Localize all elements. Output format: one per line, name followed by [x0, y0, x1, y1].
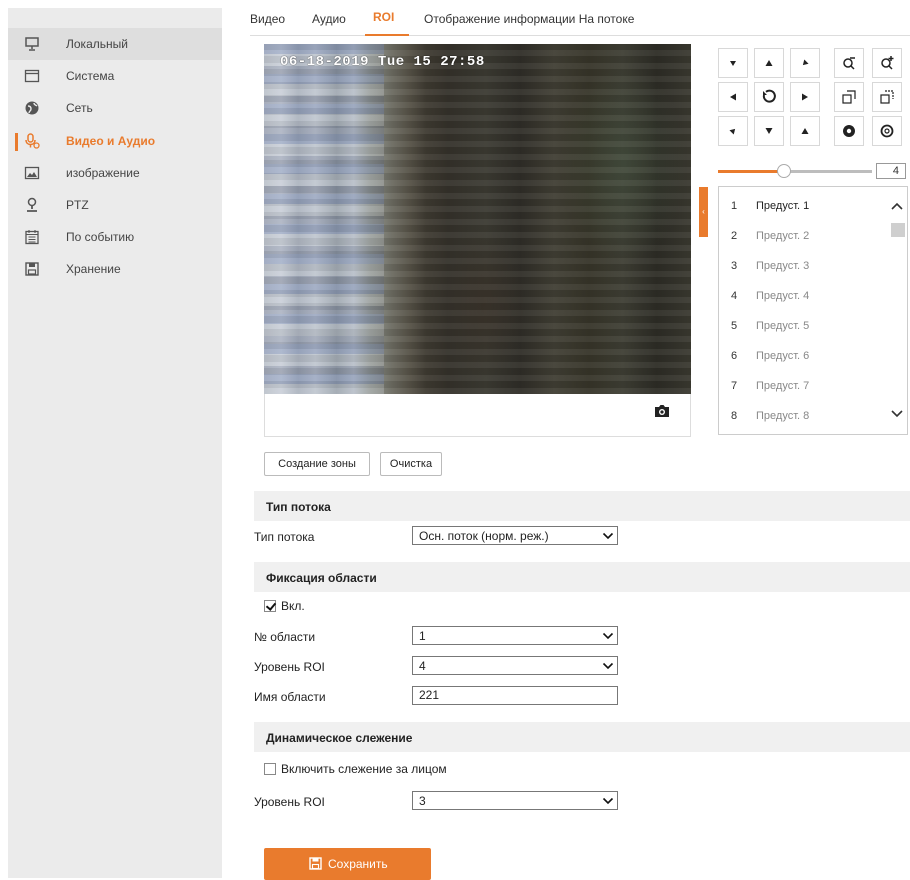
roi-level-select[interactable]: 4 [412, 656, 618, 675]
chevron-down-icon [602, 660, 614, 672]
preset-item[interactable]: 8 Предуст. 8 [719, 401, 891, 431]
tab-audio[interactable]: Аудио [312, 12, 346, 26]
storage-disk-icon [24, 261, 40, 277]
preset-item[interactable]: 7 Предуст. 7 [719, 371, 891, 401]
sidebar-item-label: Локальный [66, 37, 128, 51]
pan-down-left-button[interactable] [718, 116, 748, 146]
system-window-icon [24, 68, 40, 84]
dynamic-roi-level-select[interactable]: 3 [412, 791, 618, 810]
preset-item[interactable]: 2 Предуст. 2 [719, 221, 891, 251]
sidebar-item-event[interactable]: По событию [8, 221, 222, 253]
panel-collapse-handle[interactable]: ‹ [699, 187, 708, 237]
zoom-out-button[interactable] [834, 48, 864, 78]
roi-level-label: Уровень ROI [254, 660, 325, 674]
sidebar: Локальный Система Сеть Видео и Аудио изо… [8, 8, 222, 878]
sidebar-item-label: Видео и Аудио [66, 134, 156, 148]
monitor-icon [24, 36, 40, 52]
sidebar-item-ptz[interactable]: PTZ [8, 189, 222, 221]
pan-up-right-button[interactable] [790, 48, 820, 78]
face-tracking-checkbox[interactable] [264, 763, 276, 775]
preset-scrollbar-thumb[interactable] [891, 223, 905, 237]
tab-video[interactable]: Видео [250, 12, 285, 26]
region-name-label: Имя области [254, 690, 326, 704]
event-calendar-icon [24, 229, 40, 245]
sidebar-item-local[interactable]: Локальный [8, 28, 222, 60]
stream-type-label: Тип потока [254, 530, 315, 544]
sidebar-item-image[interactable]: изображение [8, 157, 222, 189]
network-globe-icon [24, 100, 40, 116]
camera-icon[interactable] [654, 404, 670, 418]
sidebar-item-label: Система [66, 69, 115, 83]
sidebar-item-network[interactable]: Сеть [8, 92, 222, 124]
enable-fixed-region-checkbox[interactable] [264, 600, 276, 612]
focus-far-button[interactable] [872, 82, 902, 112]
sidebar-item-label: изображение [66, 166, 140, 180]
save-disk-icon [309, 857, 322, 870]
ptz-speed-slider-handle[interactable] [777, 164, 792, 178]
chevron-down-icon [602, 795, 614, 807]
save-button[interactable]: Сохранить [264, 848, 431, 880]
tab-roi[interactable]: ROI [373, 10, 394, 24]
dynamic-roi-level-label: Уровень ROI [254, 795, 325, 809]
pan-down-button[interactable] [754, 116, 784, 146]
sidebar-item-label: Сеть [66, 101, 93, 115]
sidebar-item-label: По событию [66, 230, 135, 244]
face-tracking-label: Включить слежение за лицом [281, 762, 447, 776]
sidebar-item-label: Хранение [66, 262, 121, 276]
region-no-label: № области [254, 630, 316, 644]
chevron-down-icon [602, 630, 614, 642]
chevron-down-icon [602, 530, 614, 542]
preset-item[interactable]: 3 Предуст. 3 [719, 251, 891, 281]
sidebar-item-video-audio[interactable]: Видео и Аудио [8, 125, 222, 157]
focus-near-button[interactable] [834, 82, 864, 112]
preset-item[interactable]: 1 Предуст. 1 [719, 191, 891, 221]
tab-osd-on-stream[interactable]: Отображение информации На потоке [424, 12, 634, 26]
auto-rotate-button[interactable] [754, 82, 784, 112]
sidebar-item-system[interactable]: Система [8, 60, 222, 92]
ptz-camera-icon [24, 197, 40, 213]
pan-right-button[interactable] [790, 82, 820, 112]
iris-close-button[interactable] [834, 116, 864, 146]
pan-left-button[interactable] [718, 82, 748, 112]
iris-open-button[interactable] [872, 116, 902, 146]
clear-button[interactable]: Очистка [380, 452, 442, 476]
create-zone-button[interactable]: Создание зоны [264, 452, 370, 476]
sidebar-item-label: PTZ [66, 198, 89, 212]
chevron-up-icon[interactable] [889, 199, 905, 215]
ptz-speed-slider-fill [718, 170, 785, 173]
section-stream-type: Тип потока [254, 491, 910, 521]
sidebar-item-storage[interactable]: Хранение [8, 253, 222, 285]
pan-up-button[interactable] [754, 48, 784, 78]
enable-fixed-region-label: Вкл. [281, 599, 305, 613]
zoom-in-button[interactable] [872, 48, 902, 78]
section-dynamic-tracking: Динамическое слежение [254, 722, 910, 752]
active-tab-indicator [365, 34, 409, 36]
region-name-input[interactable]: 221 [412, 686, 618, 705]
tab-bar: Видео Аудио ROI Отображение информации Н… [250, 0, 910, 36]
section-fixed-region: Фиксация области [254, 562, 910, 592]
live-video[interactable]: 06-18-2019 Tue 15 27:58 [264, 44, 691, 394]
pan-down-right-button[interactable] [790, 116, 820, 146]
chevron-down-icon[interactable] [889, 405, 905, 421]
preset-item[interactable]: 5 Предуст. 5 [719, 311, 891, 341]
pan-up-left-button[interactable] [718, 48, 748, 78]
image-icon [24, 165, 40, 181]
osd-timestamp: 06-18-2019 Tue 15 27:58 [280, 54, 485, 70]
region-no-select[interactable]: 1 [412, 626, 618, 645]
preset-item[interactable]: 4 Предуст. 4 [719, 281, 891, 311]
microphone-video-icon [24, 133, 40, 149]
ptz-speed-value: 4 [876, 163, 906, 179]
preset-list: 1 Предуст. 1 2 Предуст. 2 3 Предуст. 3 4 Пре… [718, 186, 908, 435]
stream-type-select[interactable]: Осн. поток (норм. реж.) [412, 526, 618, 545]
preset-item[interactable]: 6 Предуст. 6 [719, 341, 891, 371]
